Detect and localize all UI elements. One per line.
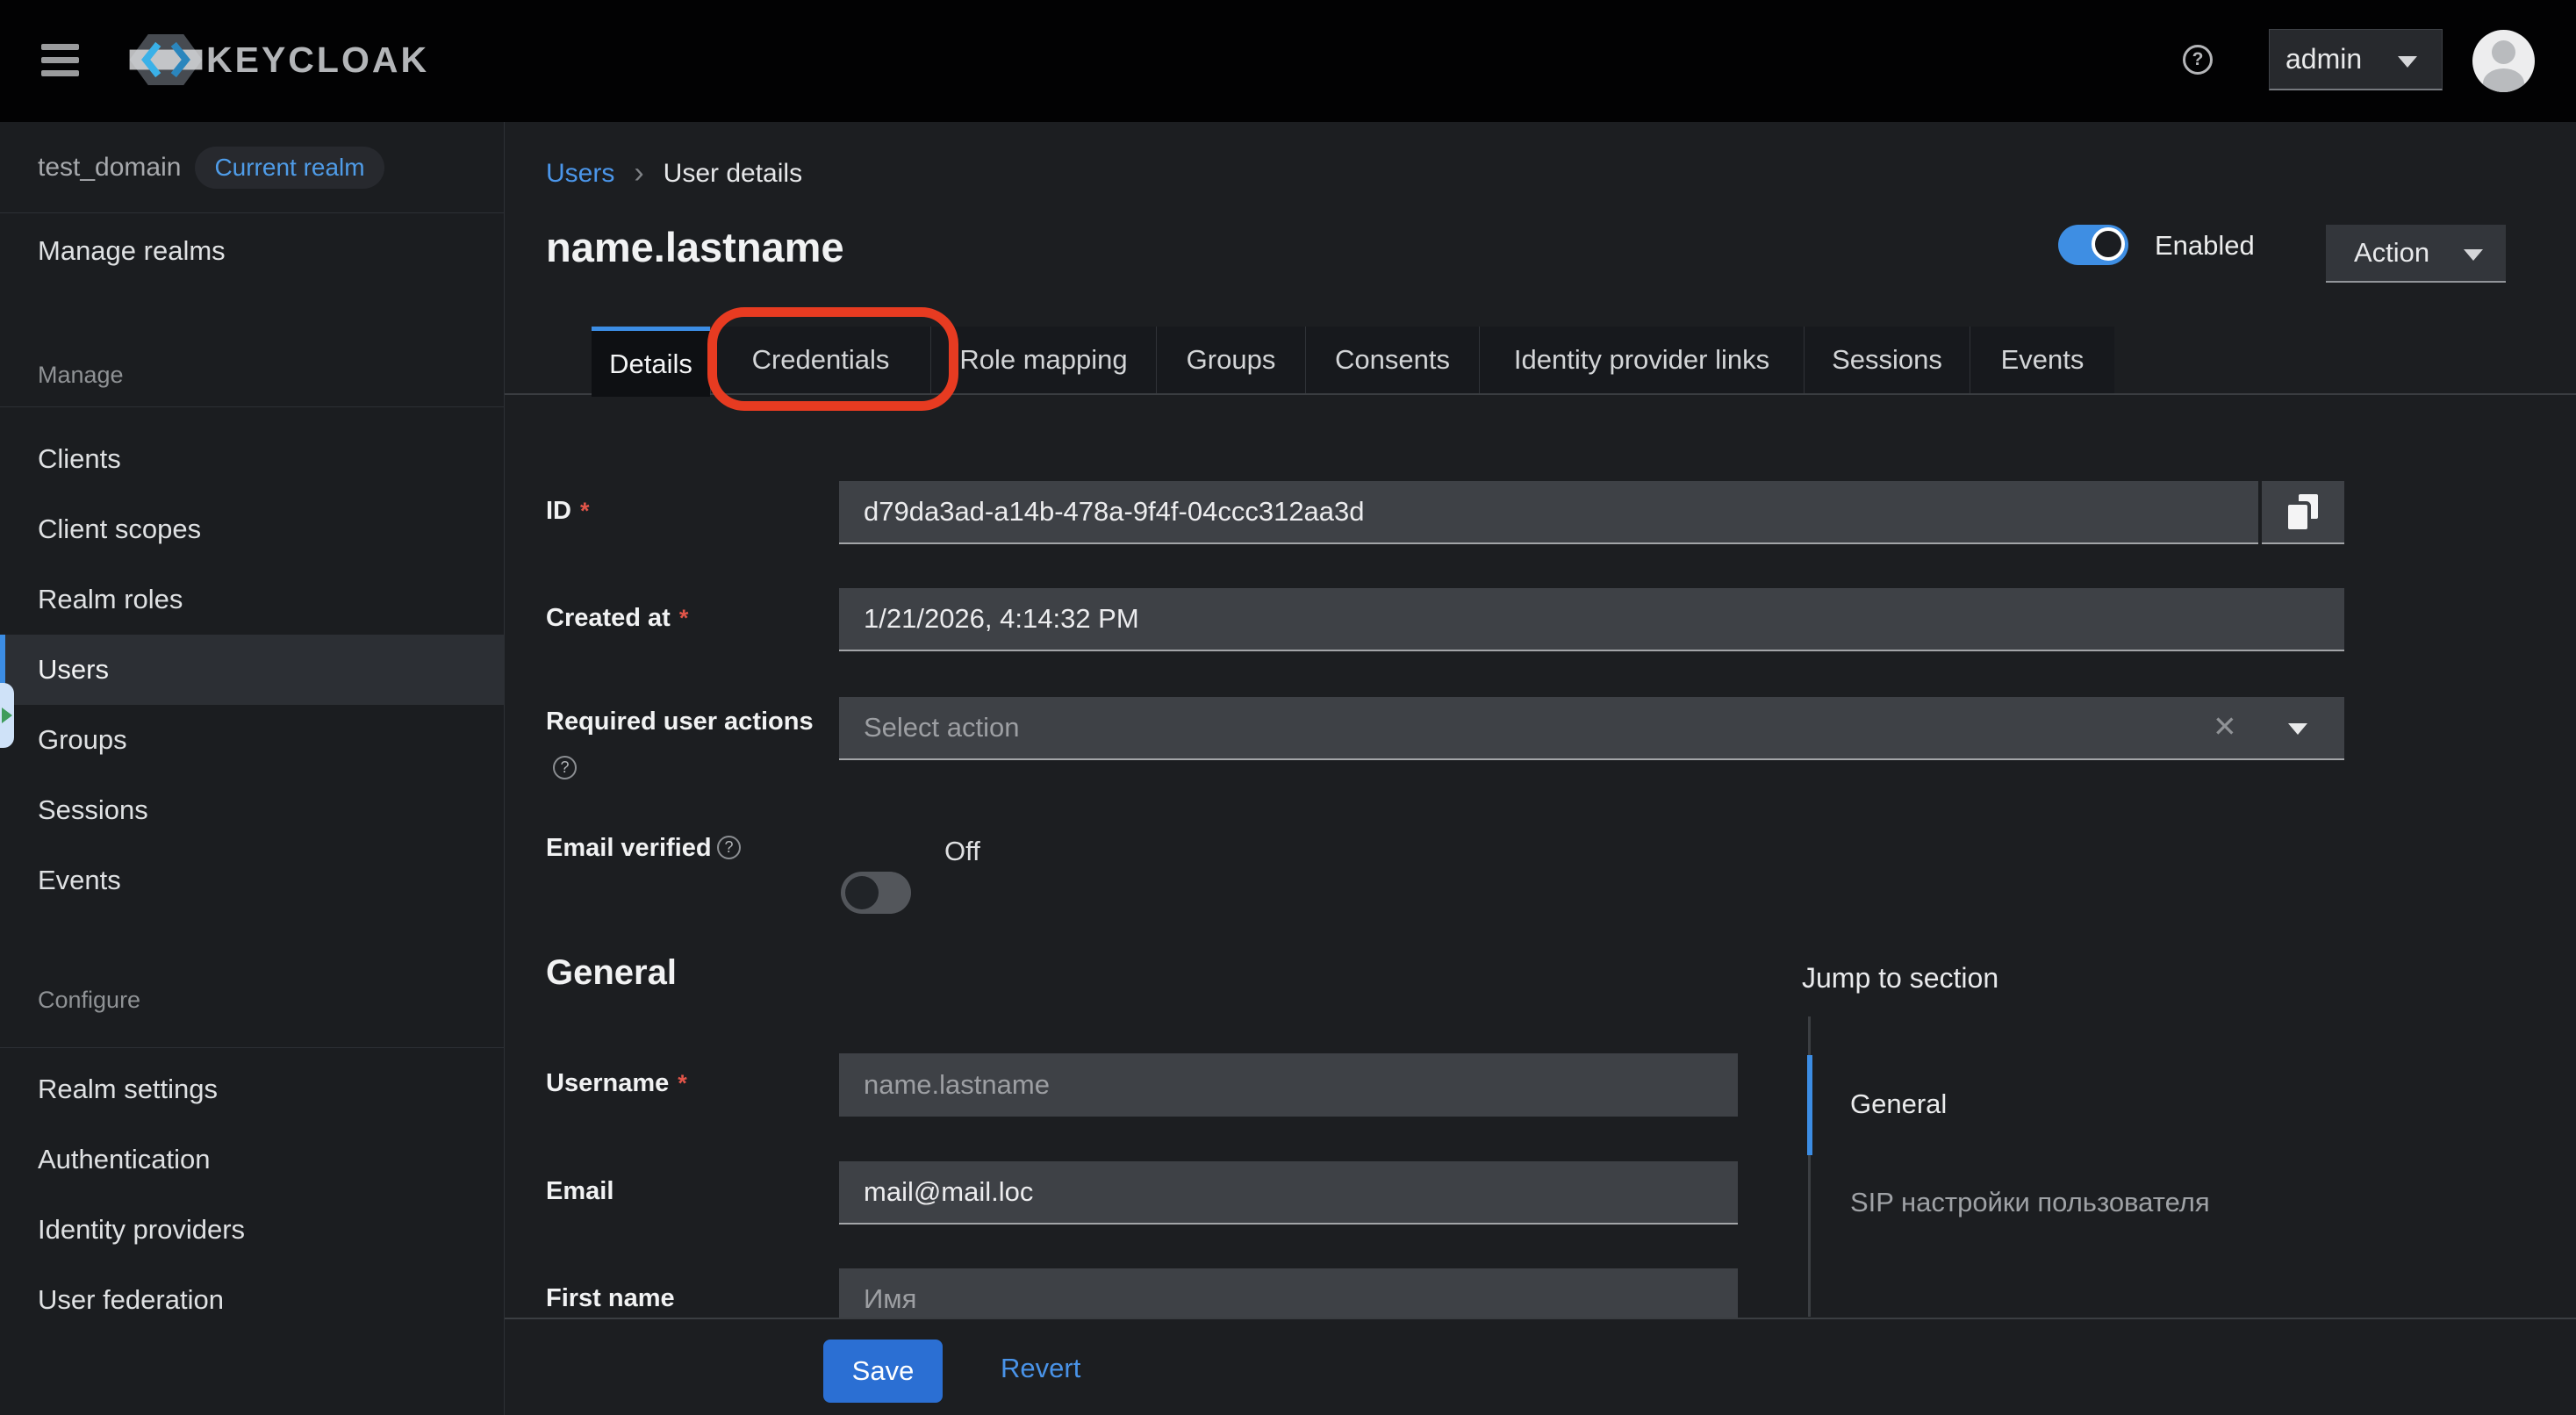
play-icon [2, 708, 12, 723]
sidebar-item-users[interactable]: Users [0, 635, 505, 705]
person-icon [2492, 40, 2515, 64]
sidebar-item-events[interactable]: Events [0, 845, 505, 916]
email-verified-toggle[interactable] [841, 872, 911, 914]
action-dropdown-label: Action [2354, 237, 2429, 269]
current-realm-badge: Current realm [195, 147, 384, 189]
tab-identity-provider-links[interactable]: Identity provider links [1479, 327, 1804, 393]
divider [0, 1047, 505, 1048]
email-input[interactable] [839, 1161, 1738, 1225]
clear-icon[interactable]: ✕ [2213, 709, 2237, 743]
tab-credentials[interactable]: Credentials [710, 327, 930, 393]
realm-switcher[interactable]: test_domain Current realm [0, 122, 505, 213]
help-icon[interactable]: ? [553, 756, 577, 779]
help-icon[interactable]: ? [717, 836, 741, 859]
user-menu-dropdown[interactable]: admin [2269, 29, 2443, 90]
keycloak-logo-icon [127, 32, 205, 88]
jump-item-general[interactable]: General [1850, 1088, 1947, 1120]
tab-consents[interactable]: Consents [1305, 327, 1479, 393]
masthead: KEYCLOAK ? admin [0, 0, 2576, 122]
username-input[interactable] [839, 1053, 1738, 1117]
id-input[interactable] [839, 481, 2258, 544]
general-section-heading: General [546, 953, 677, 993]
sidebar-section-manage: Manage [38, 362, 124, 389]
chevron-down-icon [2398, 56, 2417, 68]
help-icon[interactable]: ? [2183, 45, 2213, 75]
sidebar-item-user-federation[interactable]: User federation [0, 1265, 505, 1335]
jump-active-indicator [1807, 1055, 1812, 1155]
sidebar-item-client-scopes[interactable]: Client scopes [0, 494, 505, 564]
sidebar-item-authentication[interactable]: Authentication [0, 1124, 505, 1195]
sidebar-item-realm-roles[interactable]: Realm roles [0, 564, 505, 635]
action-dropdown[interactable]: Action [2326, 225, 2506, 283]
sidebar-drag-handle[interactable] [0, 683, 14, 748]
sidebar-item-realm-settings[interactable]: Realm settings [0, 1054, 505, 1124]
brand-text: KEYCLOAK [206, 40, 429, 81]
sidebar-item-identity-providers[interactable]: Identity providers [0, 1195, 505, 1265]
username-label: Username* [546, 1069, 687, 1098]
enabled-toggle[interactable] [2058, 225, 2128, 265]
first-name-label: First name [546, 1284, 675, 1313]
sidebar-item-groups[interactable]: Groups [0, 705, 505, 775]
user-menu-label: admin [2285, 43, 2362, 75]
breadcrumb-current: User details [664, 159, 802, 189]
email-verified-state: Off [944, 836, 980, 867]
copy-icon [2288, 494, 2318, 529]
required-asterisk: * [679, 605, 689, 631]
created-at-label: Created at* [546, 604, 688, 633]
footer-action-bar: Save Revert [506, 1319, 2576, 1415]
sidebar-item-manage-realms[interactable]: Manage realms [0, 216, 505, 286]
hamburger-icon [41, 44, 79, 50]
required-asterisk: * [678, 1070, 687, 1096]
sidebar-section-configure: Configure [38, 987, 140, 1014]
chevron-down-icon [2288, 723, 2307, 735]
jump-item-sip-settings[interactable]: SIP настройки пользователя [1850, 1187, 2210, 1218]
id-label: ID* [546, 497, 590, 526]
tab-details[interactable]: Details [592, 327, 710, 397]
realm-name: test_domain [38, 153, 181, 183]
email-verified-label: Email verified [546, 834, 712, 863]
breadcrumb: Users › User details [546, 156, 802, 190]
revert-link[interactable]: Revert [1001, 1353, 1080, 1384]
chevron-down-icon [2464, 249, 2483, 261]
toggle-knob [845, 876, 879, 909]
hamburger-icon [41, 57, 79, 63]
select-placeholder: Select action [864, 712, 1020, 743]
page-title: name.lastname [546, 223, 844, 271]
tab-groups[interactable]: Groups [1156, 327, 1305, 393]
copy-button[interactable] [2262, 481, 2344, 544]
sidebar-item-sessions[interactable]: Sessions [0, 775, 505, 845]
save-button[interactable]: Save [823, 1340, 943, 1403]
required-user-actions-label: Required user actions [546, 708, 814, 736]
hamburger-icon [41, 70, 79, 76]
tabbar-bottom-border [505, 393, 2576, 395]
tab-sessions[interactable]: Sessions [1804, 327, 1970, 393]
required-asterisk: * [580, 498, 590, 524]
sidebar-item-clients[interactable]: Clients [0, 424, 505, 494]
keycloak-logo[interactable]: KEYCLOAK [127, 32, 429, 88]
enabled-label: Enabled [2155, 230, 2255, 262]
email-label: Email [546, 1177, 614, 1206]
menu-toggle-button[interactable] [35, 37, 86, 84]
chevron-right-icon: › [634, 156, 643, 190]
divider [0, 406, 505, 407]
breadcrumb-link-users[interactable]: Users [546, 159, 614, 189]
required-user-actions-select[interactable]: Select action ✕ [839, 697, 2344, 760]
toggle-knob [2092, 227, 2125, 261]
sidebar: test_domain Current realm Manage realms … [0, 122, 505, 1415]
created-at-input[interactable] [839, 588, 2344, 651]
jump-to-section-title: Jump to section [1802, 962, 1998, 995]
tab-events[interactable]: Events [1970, 327, 2114, 393]
avatar[interactable] [2472, 30, 2535, 92]
tab-role-mapping[interactable]: Role mapping [930, 327, 1156, 393]
